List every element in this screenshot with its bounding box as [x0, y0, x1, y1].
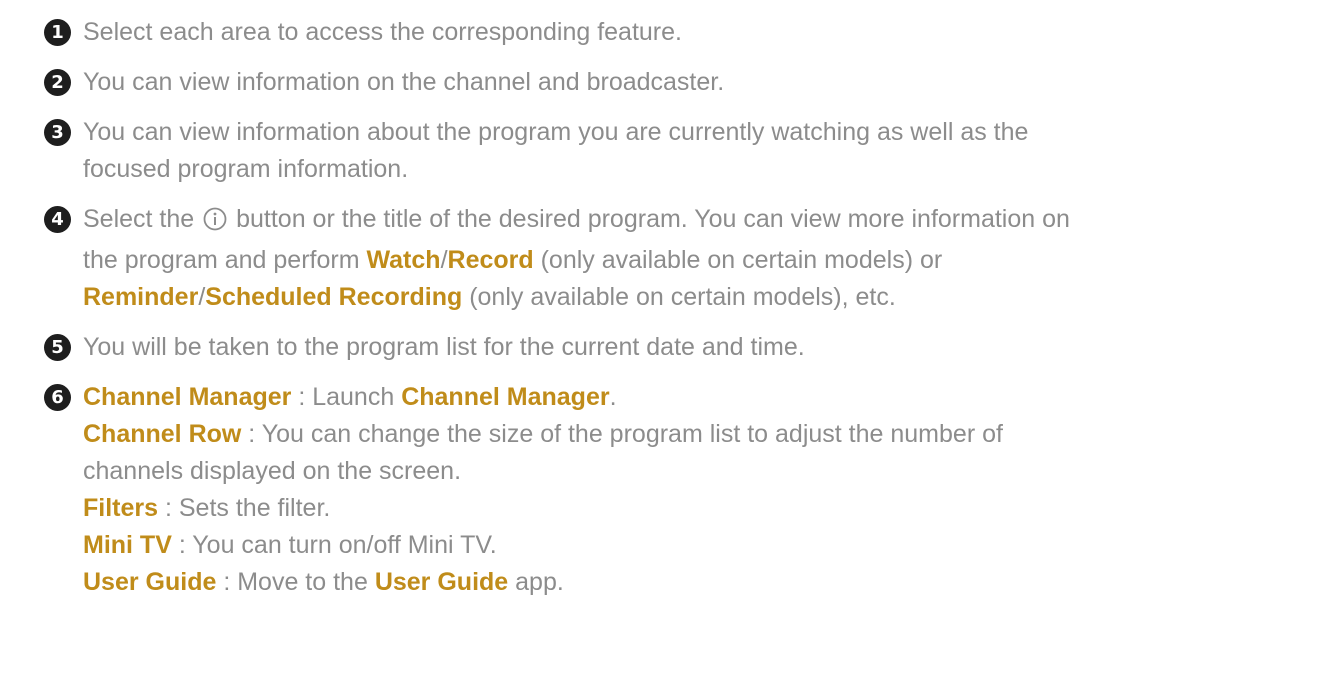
separator: :	[241, 420, 262, 448]
user-guide-term: User Guide	[374, 568, 509, 596]
option-description-end: app.	[515, 568, 564, 596]
number-badge: 5	[44, 334, 71, 361]
option-description: Sets the filter.	[178, 494, 331, 522]
option-row-mini-tv: Mini TV : You can turn on/off Mini TV.	[83, 527, 1295, 564]
user-guide-term: User Guide	[83, 568, 217, 596]
item-text: (only available on certain models) or	[540, 246, 943, 274]
list-item-3: 3 You can view information about the pro…	[44, 114, 1295, 188]
guide-description-page: 1 Select each area to access the corresp…	[0, 0, 1335, 695]
item-text: Select each area to access the correspon…	[83, 18, 682, 46]
option-description: Move to the	[237, 568, 368, 596]
mini-tv-term: Mini TV	[83, 531, 172, 559]
option-row-user-guide: User Guide : Move to the User Guide app.	[83, 564, 1295, 601]
list-item-2: 2 You can view information on the channe…	[44, 64, 1295, 101]
list-item-5: 5 You will be taken to the program list …	[44, 329, 1295, 366]
option-description: Launch	[312, 383, 395, 411]
list-item-4: 4 Select the button or the title of the …	[44, 201, 1295, 316]
item-text: Select the	[83, 205, 195, 233]
number-badge: 2	[44, 69, 71, 96]
item-text-line1: You can view information about the progr…	[83, 118, 1029, 146]
item-text: You can view information on the channel …	[83, 68, 725, 96]
separator: :	[171, 531, 193, 559]
list-item-6: 6 Channel Manager : Launch Channel Manag…	[44, 379, 1295, 601]
number-badge: 1	[44, 19, 71, 46]
number-badge: 6	[44, 384, 71, 411]
list-item-1: 1 Select each area to access the corresp…	[44, 14, 1295, 51]
reminder-label: Reminder	[83, 283, 199, 311]
record-label: Record	[447, 246, 534, 274]
separator: /	[440, 246, 448, 274]
info-circle-icon	[203, 205, 227, 242]
option-description: You can change the size of the program l…	[261, 420, 1003, 448]
item-text: button or the title of the desired progr…	[236, 205, 1070, 233]
separator: :	[291, 383, 313, 411]
channel-manager-term: Channel Manager	[401, 383, 610, 411]
watch-label: Watch	[366, 246, 441, 274]
item-text: You will be taken to the program list fo…	[83, 333, 805, 361]
number-badge: 3	[44, 119, 71, 146]
channel-row-term: Channel Row	[83, 420, 242, 448]
item-text-line2: focused program information.	[83, 155, 409, 183]
option-description-line2: channels displayed on the screen.	[83, 457, 462, 485]
channel-manager-term: Channel Manager	[83, 383, 292, 411]
option-row-filters: Filters : Sets the filter.	[83, 490, 1295, 527]
item-text: (only available on certain models), etc.	[469, 283, 896, 311]
number-badge: 4	[44, 206, 71, 233]
period: .	[609, 383, 617, 411]
option-row-channel-row: Channel Row : You can change the size of…	[83, 416, 1295, 490]
separator: :	[158, 494, 179, 522]
filters-term: Filters	[83, 494, 159, 522]
option-row-channel-manager: Channel Manager : Launch Channel Manager…	[83, 379, 1295, 416]
item-text: the program and perform	[83, 246, 360, 274]
scheduled-recording-label: Scheduled Recording	[205, 283, 463, 311]
option-description: You can turn on/off Mini TV.	[192, 531, 497, 559]
separator: :	[216, 568, 238, 596]
